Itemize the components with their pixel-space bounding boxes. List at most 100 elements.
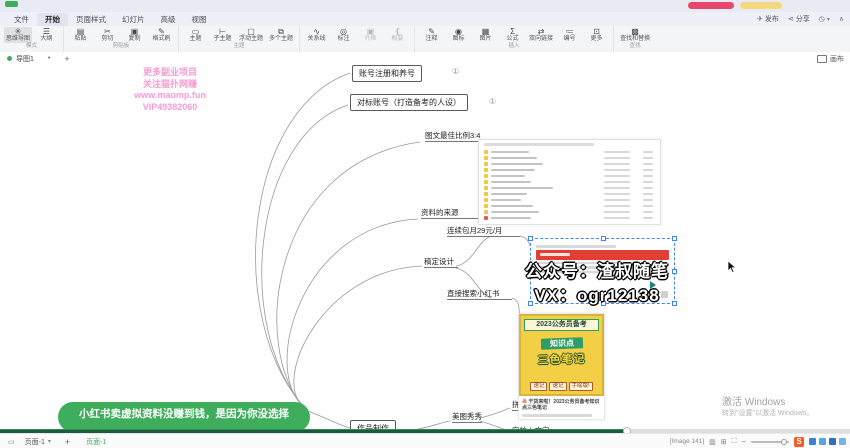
windows-activation-watermark: 激活 Windows 转到"设置"以激活 Windows。	[722, 396, 813, 418]
ribbon-button-label: 复制	[129, 36, 141, 43]
ribbon-button-标注[interactable]: ◎标注	[331, 27, 356, 43]
ribbon-button-思维导图[interactable]: ✳思维导图	[4, 27, 32, 43]
粘贴-icon: ▤	[77, 27, 85, 36]
filelist-date-bar	[604, 217, 630, 219]
titlebar-badge-yellow[interactable]	[740, 2, 782, 9]
filelist-name-bar	[491, 205, 533, 207]
ribbon-group-label: 查找	[618, 43, 652, 50]
ribbon-button-格式刷[interactable]: ✎格式刷	[149, 27, 174, 43]
share-button[interactable]: ⋖ 分享	[788, 14, 810, 24]
tray-icon-2[interactable]	[819, 438, 826, 445]
menu-bar: 文件开始页面样式幻灯片高级视图 ✈ 发布 ⋖ 分享 ◷ ▾ ∧	[0, 12, 850, 27]
add-page-button[interactable]: +	[65, 437, 70, 447]
resize-handle-n[interactable]	[601, 236, 606, 241]
layout-view-icon[interactable]: ▥	[709, 438, 716, 446]
ribbon-button-图片[interactable]: ▦图片	[473, 27, 498, 43]
publish-button[interactable]: ✈ 发布	[757, 14, 779, 24]
node-monthly-subscription[interactable]: 连续包月29元/月	[447, 226, 520, 237]
menu-tab-2[interactable]: 页面样式	[68, 13, 114, 26]
filelist-date-bar	[604, 193, 630, 195]
node-benchmark-account[interactable]: 对标账号（打造备考的人设）	[350, 94, 468, 111]
filelist-name-bar	[491, 217, 531, 219]
关系线-icon: ∿	[313, 27, 320, 36]
ribbon-button-label: 大纲	[41, 36, 53, 43]
app-logo	[5, 1, 18, 7]
ribbon-button-编号[interactable]: ≔编号	[557, 27, 582, 43]
pages-panel-icon[interactable]: ▭	[8, 438, 15, 446]
ribbon-button-注释[interactable]: ✎注释	[419, 27, 444, 43]
ribbon-button-多个主题[interactable]: ⧉多个主题	[267, 27, 295, 43]
双向链接-icon: ⇄	[538, 27, 545, 36]
ribbon-button-label: 图标	[453, 36, 465, 43]
folder-icon	[484, 156, 488, 160]
zoom-slider-knob[interactable]	[781, 439, 787, 445]
filelist-date-bar	[604, 157, 630, 159]
node-account-register[interactable]: 账号注册和养号	[352, 65, 422, 82]
book-title: 三色笔记	[524, 350, 600, 369]
page-selector[interactable]: 页面-1 ▾	[25, 437, 51, 447]
ribbon-button-公式[interactable]: Σ公式	[500, 27, 525, 43]
resize-handle-nw[interactable]	[528, 236, 533, 241]
ribbon-button-更多[interactable]: ⊡更多	[584, 27, 609, 43]
numbering-badge-icon: ①	[452, 67, 459, 76]
book-footer-tag-2: 手绘版!	[569, 382, 593, 391]
ribbon-button-复制[interactable]: ▣复制	[122, 27, 147, 43]
filelist-date-bar	[604, 175, 630, 177]
menu-tab-0[interactable]: 文件	[6, 13, 37, 26]
ribbon-button-子主题[interactable]: ⊢子主题	[210, 27, 235, 43]
folder-icon	[484, 204, 488, 208]
ribbon-button-剪切[interactable]: ✂剪切	[95, 27, 120, 43]
share-icon: ⋖	[788, 15, 794, 23]
fullscreen-icon[interactable]: ⛶	[732, 438, 737, 446]
book-header: 2023公务员备考	[524, 319, 599, 331]
ribbon-button-大纲[interactable]: ☰大纲	[34, 27, 59, 43]
zoom-slider[interactable]	[751, 441, 789, 443]
titlebar-badge-red[interactable]	[688, 2, 734, 9]
node-gaoding-design[interactable]: 稿定设计	[424, 257, 458, 268]
node-content-production[interactable]: 作品制作	[350, 420, 396, 429]
filelist-date-bar	[604, 151, 630, 153]
ribbon-button-label: 思维导图	[6, 36, 30, 43]
statusbar-right: [Image 141] ▥ ⊞ ⛶ – S	[670, 437, 846, 447]
ribbon-group-4: ✎注释◉图标▦图片Σ公式⇄双向链接≔编号⊡更多插入	[415, 26, 614, 52]
tray-icon-1[interactable]	[809, 438, 816, 445]
mindmap-canvas[interactable]: 更多副业项目关注猫扑网赚www.maomp.funVIP49382060 小红书…	[0, 65, 850, 429]
fit-window-icon[interactable]: ⊞	[721, 438, 727, 446]
tray-icon-3[interactable]	[829, 438, 836, 445]
filelist-date-bar	[604, 187, 630, 189]
ribbon-button-label: 查找和替换	[620, 36, 650, 43]
add-sheet-button[interactable]: +	[64, 54, 69, 64]
menu-tab-5[interactable]: 视图	[184, 13, 215, 26]
canvas-panel-toggle[interactable]: 画布	[817, 54, 844, 64]
ribbon-button-主题[interactable]: ▭主题	[183, 27, 208, 43]
ribbon-button-关系线[interactable]: ∿关系线	[304, 27, 329, 43]
menu-tab-1[interactable]: 开始	[37, 13, 68, 26]
tray-icon-4[interactable]	[839, 438, 846, 445]
resize-handle-ne[interactable]	[672, 236, 677, 241]
menu-tab-3[interactable]: 幻灯片	[114, 13, 153, 26]
folder-icon	[484, 150, 488, 154]
ribbon-button-粘贴[interactable]: ▤粘贴	[68, 27, 93, 43]
ribbon-button-label: 编号	[564, 36, 576, 43]
history-button[interactable]: ◷ ▾	[819, 15, 830, 23]
post-screenshot[interactable]: 2023公务员备考 知识点 三色笔记 速记速记手绘版! ♨ 干货来啦！2023公…	[518, 313, 605, 420]
collapse-ribbon-button[interactable]: ∧	[839, 15, 844, 23]
sheet-tab-map1[interactable]: 导图1	[16, 54, 34, 64]
central-topic-node[interactable]: 小红书卖虚拟资料没赚到钱，是因为你没选择	[58, 402, 310, 429]
ribbon-button-label: 格式刷	[153, 36, 171, 43]
sogou-input-icon[interactable]: S	[794, 437, 804, 447]
menu-tab-4[interactable]: 高级	[153, 13, 184, 26]
node-meitu-app[interactable]: 美图秀秀	[452, 412, 482, 423]
ribbon-button-label: 多个主题	[269, 36, 293, 43]
剪切-icon: ✂	[104, 27, 111, 36]
ribbon-button-label: 关系线	[308, 36, 326, 43]
folder-icon	[484, 192, 488, 196]
ribbon-button-浮动主题[interactable]: ▢浮动主题	[237, 27, 265, 43]
ribbon-button-图标[interactable]: ◉图标	[446, 27, 471, 43]
filelist-name-bar	[491, 157, 537, 159]
windows-watermark-line1: 激活 Windows	[722, 396, 813, 409]
ribbon-button-查找和替换[interactable]: ▩查找和替换	[618, 27, 652, 43]
ribbon-button-双向链接[interactable]: ⇄双向链接	[527, 27, 555, 43]
filelist-screenshot[interactable]	[478, 139, 661, 225]
zoom-out-button[interactable]: –	[742, 437, 746, 446]
